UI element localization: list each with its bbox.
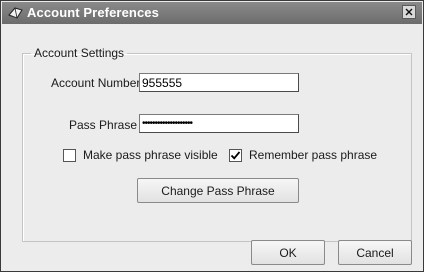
- dialog-body: Account Settings Account Number Pass Phr…: [2, 24, 422, 270]
- checkmark-icon: [230, 150, 241, 160]
- account-number-field[interactable]: [139, 73, 299, 92]
- make-visible-checkbox-row[interactable]: Make pass phrase visible: [63, 148, 218, 162]
- remember-checkbox-row[interactable]: Remember pass phrase: [229, 148, 377, 162]
- account-number-label: Account Number: [51, 76, 141, 90]
- remember-label: Remember pass phrase: [249, 148, 378, 162]
- make-visible-label: Make pass phrase visible: [83, 148, 218, 162]
- title-bar[interactable]: Account Preferences: [2, 2, 422, 24]
- ok-button[interactable]: OK: [251, 240, 325, 265]
- close-icon: [405, 3, 413, 21]
- remember-checkbox[interactable]: [229, 148, 242, 162]
- pass-phrase-label: Pass Phrase: [69, 118, 138, 132]
- change-pass-phrase-button[interactable]: Change Pass Phrase: [137, 178, 299, 203]
- account-preferences-dialog: Account Preferences Account Settings Acc…: [0, 0, 424, 272]
- make-visible-checkbox[interactable]: [63, 148, 76, 162]
- close-button[interactable]: [402, 5, 416, 19]
- pass-phrase-field[interactable]: [139, 114, 299, 133]
- cancel-button[interactable]: Cancel: [338, 240, 412, 265]
- app-icon: [8, 6, 24, 20]
- window-title: Account Preferences: [27, 5, 159, 20]
- group-legend: Account Settings: [34, 46, 125, 60]
